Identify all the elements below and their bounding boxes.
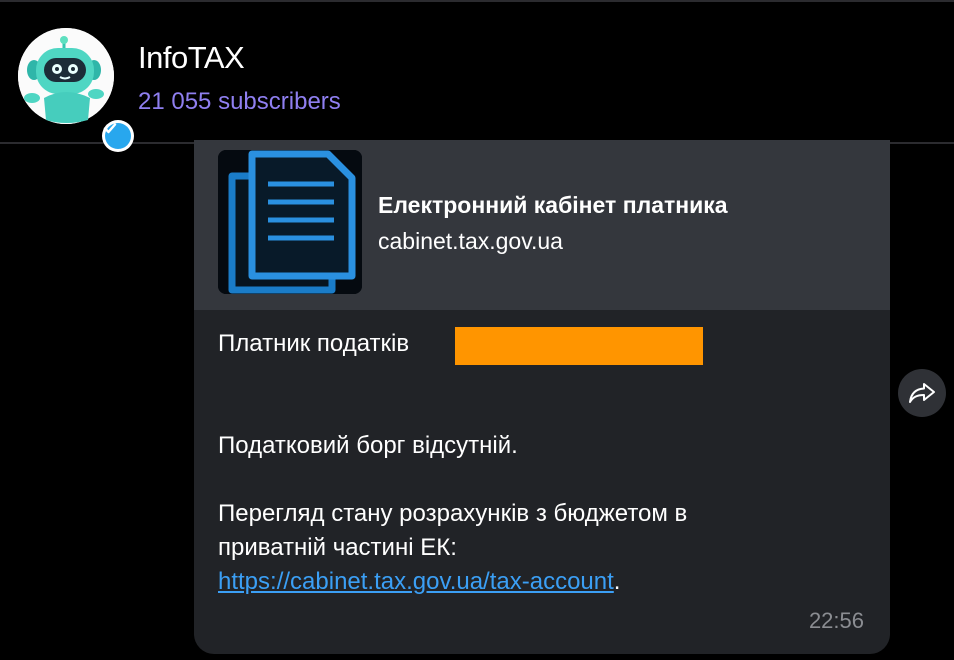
link-suffix: . <box>613 568 621 595</box>
robot-avatar-icon <box>18 28 114 124</box>
message-line-link: https://cabinet.tax.gov.ua/tax-account. <box>218 568 620 596</box>
document-icon <box>218 150 362 294</box>
redacted-name-block <box>455 327 703 365</box>
message-time: 22:56 <box>808 608 864 633</box>
message-line-debt: Податковий борг відсутній. <box>218 432 518 459</box>
forward-button[interactable] <box>898 369 946 417</box>
verified-badge <box>102 120 134 152</box>
message-line-taxpayer: Платник податків <box>218 330 410 357</box>
message-bubble[interactable]: Електронний кабінет платника cabinet.tax… <box>194 140 890 654</box>
verified-check-icon <box>103 123 131 149</box>
message-line-private: приватній частині ЕК: <box>218 534 457 561</box>
link-preview[interactable]: Електронний кабінет платника cabinet.tax… <box>194 140 890 310</box>
subscriber-count: 21 055 subscribers <box>138 88 341 115</box>
chat-header: InfoTAX 21 055 subscribers <box>0 0 954 152</box>
channel-avatar[interactable] <box>18 28 134 152</box>
share-arrow-icon <box>909 383 935 403</box>
channel-title[interactable]: InfoTAX <box>138 40 245 76</box>
link-preview-title: Електронний кабінет платника <box>378 192 728 218</box>
link-preview-domain: cabinet.tax.gov.ua <box>378 228 563 254</box>
message-line-view: Перегляд стану розрахунків з бюджетом в <box>218 500 688 527</box>
link-preview-thumbnail <box>218 150 362 294</box>
tax-account-link[interactable]: https://cabinet.tax.gov.ua/tax-account <box>218 568 614 595</box>
